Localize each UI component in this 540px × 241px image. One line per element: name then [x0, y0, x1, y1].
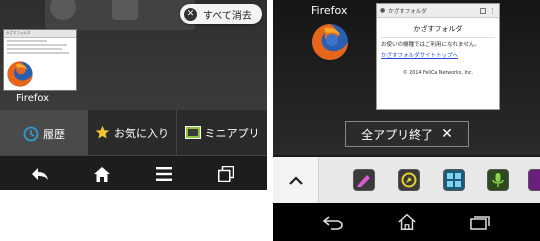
exit-all-apps-label: 全アプリ終了: [361, 127, 434, 142]
star-icon: [95, 125, 110, 140]
tab-favorites[interactable]: お気に入り: [88, 110, 176, 155]
purple-app-icon[interactable]: [528, 169, 540, 191]
home-icon[interactable]: [92, 164, 112, 184]
card-divider: [381, 37, 495, 38]
thumbnail-line: [7, 44, 67, 46]
back-icon[interactable]: [323, 213, 343, 233]
pen-app-icon[interactable]: [353, 169, 375, 191]
compass-app-icon[interactable]: [398, 169, 420, 191]
left-screen: ✕ すべて消去 かざすフォルダ Firefox 履歴 お気に入り ミニアプリ: [0, 0, 267, 190]
tabs-icon: [480, 7, 486, 14]
recent-apps-icon[interactable]: [470, 213, 490, 233]
right-screen: Firefox ● かざすフォルダ ⋮ かざすフォルダ お使いの機種ではご利用に…: [273, 0, 540, 241]
tab-history[interactable]: 履歴: [0, 110, 88, 155]
overflow-menu-icon: ⋮: [489, 6, 496, 15]
thumbnail-title: Firefox: [16, 93, 50, 104]
card-copyright: © 2014 FeliCa Networks, Inc.: [402, 71, 474, 76]
recents-area: ✕ すべて消去 かざすフォルダ Firefox: [0, 0, 267, 110]
navigation-bar: [273, 203, 540, 241]
tab-mini-app-label: ミニアプリ: [204, 126, 260, 140]
thumbnail-url-bar: かざすフォルダ: [4, 30, 76, 38]
thumbnail-line: [7, 40, 47, 42]
firefox-icon[interactable]: [310, 22, 350, 62]
chevron-up-icon[interactable]: [273, 157, 319, 203]
navigation-bar: [0, 155, 267, 190]
tab-history-label: 履歴: [43, 127, 65, 141]
card-page-title: かざすフォルダ: [413, 25, 463, 33]
calculator-app-icon[interactable]: [443, 169, 465, 191]
close-icon: ✕: [184, 7, 197, 21]
bottom-tabbar: 履歴 お気に入り ミニアプリ: [0, 110, 267, 155]
recent-apps-icon[interactable]: [216, 164, 236, 184]
app-title: Firefox: [311, 4, 348, 17]
tab-favorites-label: お気に入り: [114, 126, 169, 140]
voice-app-icon[interactable]: [487, 169, 509, 191]
recents-area: Firefox ● かざすフォルダ ⋮ かざすフォルダ お使いの機種ではご利用に…: [273, 0, 540, 155]
firefox-icon: [7, 61, 33, 87]
clear-all-label: すべて消去: [203, 10, 252, 22]
clock-icon: [23, 126, 39, 142]
clear-all-button[interactable]: ✕ すべて消去: [180, 4, 262, 24]
card-link[interactable]: かざすフォルダサイトトップへ: [381, 51, 495, 59]
card-url-bar: ● かざすフォルダ ⋮: [377, 4, 499, 18]
back-icon[interactable]: [30, 164, 50, 184]
close-icon: ✕: [441, 126, 453, 142]
firefox-thumbnail[interactable]: かざすフォルダ: [3, 29, 77, 91]
mini-app-icon: [184, 126, 201, 139]
exit-all-apps-button[interactable]: 全アプリ終了 ✕: [345, 121, 469, 147]
card-body-text: お使いの機種ではご利用になれません。: [381, 42, 480, 48]
thumbnail-line: [7, 52, 69, 54]
thumbnail-line: [7, 48, 62, 50]
globe-icon: ●: [380, 7, 386, 14]
thumbnail-url-text: かざすフォルダ: [6, 31, 31, 35]
menu-icon[interactable]: [154, 164, 174, 184]
card-url-text: かざすフォルダ: [388, 8, 427, 15]
app-strip: [273, 157, 540, 203]
firefox-preview-card[interactable]: ● かざすフォルダ ⋮ かざすフォルダ お使いの機種ではご利用になれません。 か…: [376, 3, 500, 110]
background-icon: [112, 0, 138, 20]
tab-mini-app[interactable]: ミニアプリ: [176, 110, 267, 155]
home-icon[interactable]: [397, 212, 417, 232]
